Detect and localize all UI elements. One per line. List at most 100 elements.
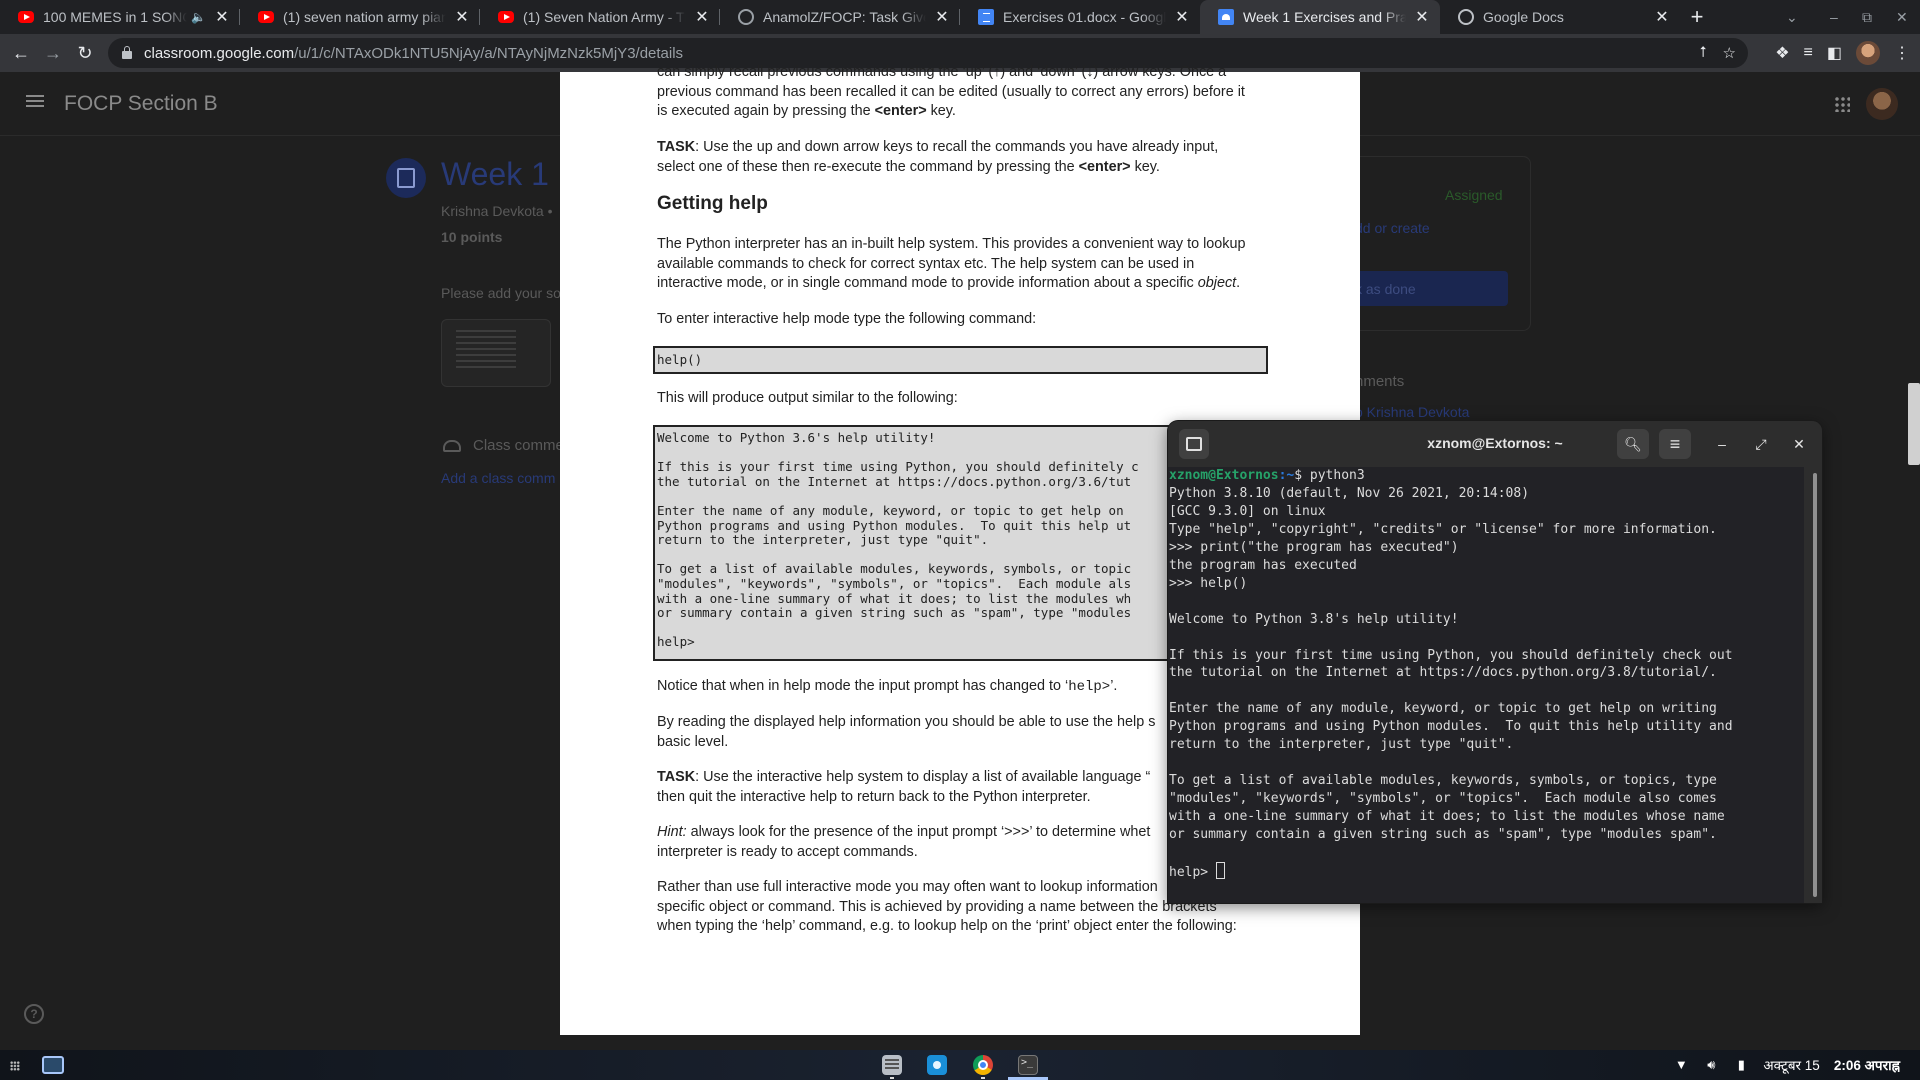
doc-paragraph: To enter interactive help mode type the …: [657, 311, 1037, 327]
google-apps-icon[interactable]: [1834, 96, 1850, 112]
help-icon[interactable]: ?: [24, 1004, 44, 1024]
back-button[interactable]: ←: [6, 38, 36, 68]
hamburger-menu-icon[interactable]: [26, 95, 44, 107]
assignment-title: Week 1 E: [441, 156, 580, 192]
maximize-icon[interactable]: ⤢: [1745, 429, 1777, 459]
terminal-scrollbar[interactable]: [1813, 473, 1817, 897]
system-tray[interactable]: ▼ 🔊︎ ▮ अक्टूबर 15 2:06 अपराह्न: [1673, 1050, 1920, 1080]
chrome-menu-icon[interactable]: ⋮: [1894, 43, 1910, 63]
hamburger-menu-icon[interactable]: ≡: [1659, 429, 1691, 459]
class-name[interactable]: FOCP Section B: [64, 92, 218, 116]
add-or-create-button[interactable]: dd or create: [1355, 220, 1430, 236]
overview-icon[interactable]: [42, 1056, 64, 1074]
doc-paragraph: The Python interpreter has an in-built h…: [657, 235, 1267, 294]
google-docs-icon: [978, 9, 994, 25]
doc-emphasis: object: [1197, 275, 1237, 291]
doc-paragraph: can simply recall previous commands usin…: [657, 63, 1267, 122]
wifi-icon[interactable]: ▼: [1673, 1058, 1689, 1072]
camera-app-icon[interactable]: [927, 1055, 947, 1075]
assignment-instructions: Please add your so: [441, 285, 561, 301]
attachment-thumbnail[interactable]: [441, 319, 551, 387]
terminal-titlebar[interactable]: xznom@Extornos: ~ 🔍︎ ≡ – ⤢ ✕: [1168, 421, 1822, 467]
close-tab-icon[interactable]: ✕: [1654, 7, 1670, 27]
forward-button[interactable]: →: [38, 38, 68, 68]
close-tab-icon[interactable]: ✕: [214, 7, 230, 27]
add-private-comment-link[interactable]: o Krishna Devkota: [1355, 404, 1469, 420]
tab-week1-exercises[interactable]: Week 1 Exercises and Pract ✕: [1200, 0, 1440, 34]
doc-text: : Use the up and down arrow keys to reca…: [695, 139, 1219, 155]
doc-text: interactive mode, or in single command m…: [657, 275, 1198, 291]
task-label: TASK: [657, 139, 696, 155]
share-icon[interactable]: ⭡: [1699, 44, 1706, 62]
new-terminal-tab-icon[interactable]: [1179, 429, 1209, 459]
tray-date[interactable]: अक्टूबर 15: [1763, 1056, 1819, 1074]
extensions-icon[interactable]: ❖: [1775, 43, 1789, 63]
reload-button[interactable]: ↻: [70, 38, 100, 68]
help-prompt: help>: [1169, 864, 1216, 880]
lock-icon[interactable]: [122, 46, 132, 59]
account-avatar[interactable]: [1866, 88, 1898, 120]
restore-icon[interactable]: ⧉: [1862, 0, 1872, 34]
doc-text: select one of these then re-execute the …: [657, 158, 1079, 175]
close-window-icon[interactable]: ✕: [1896, 0, 1908, 34]
tab-title: (1) Seven Nation Army - The: [523, 9, 686, 25]
page-scrollbar[interactable]: [1908, 383, 1920, 465]
globe-icon: [1458, 9, 1474, 25]
tab-title: Week 1 Exercises and Pract: [1243, 9, 1406, 25]
close-tab-icon[interactable]: ✕: [1174, 7, 1190, 27]
side-panel-icon[interactable]: ◧: [1827, 43, 1842, 63]
tab-title: (1) seven nation army piano: [283, 9, 446, 25]
terminal-text: Python 3.8.10 (default, Nov 26 2021, 20:…: [1169, 485, 1733, 843]
terminal-app-icon[interactable]: [1018, 1055, 1038, 1075]
new-tab-button[interactable]: +: [1680, 0, 1714, 34]
taskbar: [0, 1050, 1920, 1080]
task-label: TASK: [657, 769, 696, 785]
profile-avatar[interactable]: [1856, 41, 1880, 65]
tab-seven-nation-army[interactable]: (1) Seven Nation Army - The ✕: [480, 0, 720, 34]
doc-line: The Python interpreter has an in-built h…: [657, 236, 1246, 252]
doc-code-inline: help>: [1068, 679, 1111, 695]
search-icon[interactable]: 🔍︎: [1617, 429, 1649, 459]
battery-icon[interactable]: ▮: [1733, 1058, 1749, 1072]
tab-github-focp[interactable]: AnamolZ/FOCP: Task Given ✕: [720, 0, 960, 34]
doc-task-paragraph: TASK: Use the up and down arrow keys to …: [657, 138, 1267, 177]
people-icon: [443, 440, 461, 452]
prompt-path: :~: [1278, 468, 1295, 483]
add-class-comment-link[interactable]: Add a class comm: [441, 470, 555, 486]
url-host: classroom.google.com: [144, 44, 295, 62]
tab-memes-song[interactable]: 100 MEMES in 1 SONG ( 🔈 ✕: [0, 0, 240, 34]
files-app-icon[interactable]: [882, 1055, 902, 1075]
tab-title: AnamolZ/FOCP: Task Given: [763, 9, 926, 25]
tray-time[interactable]: 2:06 अपराह्न: [1834, 1056, 1900, 1074]
close-icon[interactable]: ✕: [1783, 429, 1815, 459]
tab-search-icon[interactable]: ⌄: [1786, 0, 1798, 34]
chrome-app-icon[interactable]: [973, 1055, 993, 1075]
class-comments-label: Class comme: [473, 437, 564, 454]
close-tab-icon[interactable]: ✕: [454, 7, 470, 27]
close-tab-icon[interactable]: ✕: [694, 7, 710, 27]
doc-text: always look for the presence of the inpu…: [686, 824, 1151, 840]
minimize-icon[interactable]: –: [1706, 429, 1738, 459]
hint-label: Hint:: [657, 824, 687, 840]
close-tab-icon[interactable]: ✕: [934, 7, 950, 27]
volume-icon[interactable]: 🔊︎: [1703, 1058, 1719, 1072]
github-icon: [738, 9, 754, 25]
minimize-icon[interactable]: –: [1830, 0, 1838, 34]
speaker-icon[interactable]: 🔈: [191, 10, 206, 24]
tab-seven-nation-army-piano[interactable]: (1) seven nation army piano ✕: [240, 0, 480, 34]
tab-google-docs[interactable]: Google Docs ✕: [1440, 0, 1680, 34]
launcher-icon[interactable]: [10, 1061, 20, 1071]
doc-line: previous command has been recalled it ca…: [657, 83, 1245, 100]
tab-exercises-doc[interactable]: Exercises 01.docx - Google ✕: [960, 0, 1200, 34]
tab-title: Google Docs: [1483, 9, 1564, 25]
terminal-window[interactable]: xznom@Extornos: ~ 🔍︎ ≡ – ⤢ ✕ xznom@Extor…: [1168, 421, 1822, 903]
media-controls-icon[interactable]: ≡: [1804, 44, 1813, 62]
url-path: /u/1/c/NTAxODk1NTU5NjAy/a/NTAyNjMzNzk5Mj…: [294, 44, 684, 62]
bookmark-star-icon[interactable]: ☆: [1723, 44, 1736, 62]
mark-as-done-button[interactable]: k as done: [1355, 271, 1508, 306]
youtube-icon: [18, 11, 34, 23]
terminal-output[interactable]: xznom@Extornos:~$ python3 Python 3.8.10 …: [1168, 467, 1804, 903]
doc-text: key.: [1130, 158, 1160, 175]
close-tab-icon[interactable]: ✕: [1414, 7, 1430, 27]
tab-title: Exercises 01.docx - Google: [1003, 9, 1166, 25]
